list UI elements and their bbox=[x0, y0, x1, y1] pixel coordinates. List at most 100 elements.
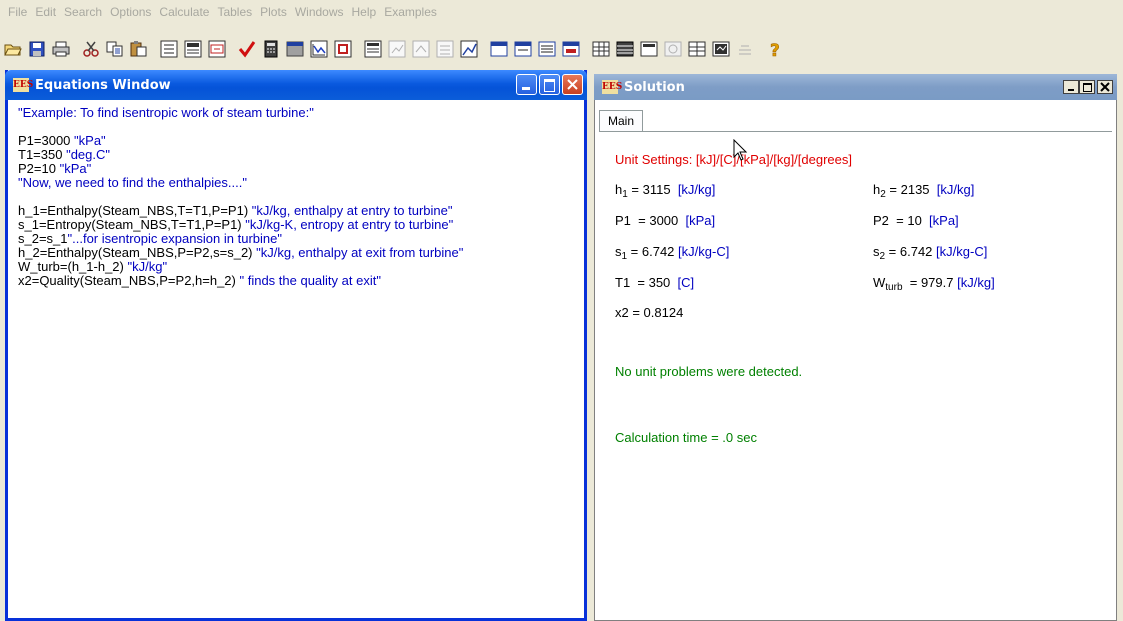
window4-icon[interactable] bbox=[560, 38, 582, 60]
result-Wturb-value: = 979.7 bbox=[902, 275, 954, 290]
minimize-icon bbox=[522, 87, 530, 90]
result-h2: h2 = 2135 [kJ/kg] bbox=[873, 182, 974, 200]
close-icon bbox=[1100, 82, 1110, 92]
equation-line: W_turb=(h_1-h_2) "kJ/kg" bbox=[18, 260, 584, 274]
maximize-icon bbox=[1083, 83, 1092, 92]
solution-window-titlebar[interactable]: EES Solution bbox=[594, 74, 1117, 100]
check-icon[interactable] bbox=[236, 38, 258, 60]
menu-tables[interactable]: Tables bbox=[213, 4, 256, 22]
equations-editor[interactable]: "Example: To find isentropic work of ste… bbox=[8, 100, 584, 618]
copy-icon[interactable] bbox=[104, 38, 126, 60]
minimize-button[interactable] bbox=[1063, 80, 1079, 94]
window1-icon[interactable] bbox=[488, 38, 510, 60]
maximize-button[interactable] bbox=[539, 74, 560, 95]
svg-text:?: ? bbox=[770, 41, 780, 58]
grid5-icon[interactable] bbox=[686, 38, 708, 60]
equation-comment: "kPa" bbox=[74, 133, 106, 148]
menu-file[interactable]: File bbox=[4, 4, 31, 22]
toolbar: ? bbox=[0, 34, 1123, 64]
grid3-icon[interactable] bbox=[638, 38, 660, 60]
solve-icon[interactable] bbox=[332, 38, 354, 60]
equation-code: T1=350 bbox=[18, 147, 67, 162]
equation-comment: "kJ/kg, enthalpy at exit from turbine" bbox=[256, 245, 464, 260]
result-s2-unit: [kJ/kg-C] bbox=[936, 244, 988, 259]
window-controls bbox=[1063, 80, 1113, 94]
calculator-icon[interactable] bbox=[260, 38, 282, 60]
equations-window-titlebar[interactable]: EES Equations Window bbox=[5, 70, 587, 100]
paste-icon[interactable] bbox=[128, 38, 150, 60]
grid1-icon[interactable] bbox=[590, 38, 612, 60]
help-icon[interactable]: ? bbox=[764, 38, 786, 60]
cut-icon[interactable] bbox=[80, 38, 102, 60]
equation-comment: "kJ/kg, enthalpy at entry to turbine" bbox=[251, 203, 453, 218]
plot3-icon[interactable] bbox=[434, 38, 456, 60]
result-P1-value: = 3000 bbox=[630, 213, 679, 228]
result-P2-name: P2 bbox=[873, 213, 889, 228]
edit-toolbar-group bbox=[80, 38, 152, 60]
equation-code: h_1=Enthalpy(Steam_NBS,T=T1,P=P1) bbox=[18, 203, 252, 218]
minimize-button[interactable] bbox=[516, 74, 537, 95]
equation-line: x2=Quality(Steam_NBS,P=P2,h=h_2) " finds… bbox=[18, 274, 584, 288]
solution-window: EES Solution Main Unit Settings: [kJ]/[C… bbox=[594, 74, 1117, 621]
result-h1-unit: [kJ/kg] bbox=[677, 182, 716, 197]
close-button[interactable] bbox=[1097, 80, 1113, 94]
plot-icon[interactable] bbox=[308, 38, 330, 60]
result-x2-name: x2 bbox=[615, 305, 629, 320]
menu-options[interactable]: Options bbox=[106, 4, 155, 22]
result-T1-value: = 350 bbox=[630, 275, 671, 290]
result-Wturb-unit: [kJ/kg] bbox=[957, 275, 995, 290]
grid7-icon[interactable] bbox=[734, 38, 756, 60]
variable-info-icon[interactable] bbox=[182, 38, 204, 60]
file-toolbar-group bbox=[2, 38, 74, 60]
result-P1: P1 = 3000 [kPa] bbox=[615, 213, 715, 228]
window-controls bbox=[514, 74, 583, 95]
result-T1-unit: [C] bbox=[677, 275, 695, 290]
maximize-icon bbox=[544, 79, 555, 92]
format-icon[interactable] bbox=[158, 38, 180, 60]
close-button[interactable] bbox=[562, 74, 583, 95]
grid4-icon[interactable] bbox=[662, 38, 684, 60]
calculate-toolbar-group bbox=[236, 38, 356, 60]
unit-check-status: No unit problems were detected. bbox=[615, 364, 803, 379]
plot4-icon[interactable] bbox=[458, 38, 480, 60]
window3-icon[interactable] bbox=[536, 38, 558, 60]
menu-examples[interactable]: Examples bbox=[380, 4, 441, 22]
equation-comment: "kJ/kg-K, entropy at entry to turbine" bbox=[245, 217, 454, 232]
result-s2-value: = 6.742 bbox=[885, 244, 933, 259]
tab-main[interactable]: Main bbox=[599, 110, 644, 132]
menu-plots[interactable]: Plots bbox=[256, 4, 291, 22]
print-icon[interactable] bbox=[50, 38, 72, 60]
result-s1-unit: [kJ/kg-C] bbox=[678, 244, 730, 259]
equation-comment: " finds the quality at exit" bbox=[239, 273, 381, 288]
equation-comment: "kJ/kg" bbox=[127, 259, 168, 274]
result-x2-value: = 0.8124 bbox=[628, 305, 684, 320]
menu-calculate[interactable]: Calculate bbox=[155, 4, 213, 22]
grid6-icon[interactable] bbox=[710, 38, 732, 60]
plot2-icon[interactable] bbox=[410, 38, 432, 60]
table-icon[interactable] bbox=[284, 38, 306, 60]
unit-system-icon[interactable] bbox=[206, 38, 228, 60]
result-h2-value: = 2135 bbox=[885, 182, 930, 197]
menu-help[interactable]: Help bbox=[348, 4, 381, 22]
result-T1-name: T1 bbox=[615, 275, 631, 290]
grid-toolbar-group bbox=[590, 38, 758, 60]
equation-line: h_1=Enthalpy(Steam_NBS,T=T1,P=P1) "kJ/kg… bbox=[18, 204, 584, 218]
close-icon bbox=[567, 79, 578, 90]
tab-divider bbox=[599, 131, 1112, 132]
parametric-table-icon[interactable] bbox=[362, 38, 384, 60]
menu-windows[interactable]: Windows bbox=[291, 4, 348, 22]
plot1-icon[interactable] bbox=[386, 38, 408, 60]
window2-icon[interactable] bbox=[512, 38, 534, 60]
open-icon[interactable] bbox=[2, 38, 24, 60]
grid2-icon[interactable] bbox=[614, 38, 636, 60]
save-icon[interactable] bbox=[26, 38, 48, 60]
menu-search[interactable]: Search bbox=[60, 4, 106, 22]
menu-items: File Edit Search Options Calculate Tables Plot… bbox=[4, 4, 441, 22]
result-P1-unit: [kPa] bbox=[685, 213, 716, 228]
result-Wturb-sub: turb bbox=[885, 282, 903, 293]
result-P1-name: P1 bbox=[615, 213, 631, 228]
maximize-button[interactable] bbox=[1079, 80, 1095, 94]
menu-edit[interactable]: Edit bbox=[31, 4, 60, 22]
